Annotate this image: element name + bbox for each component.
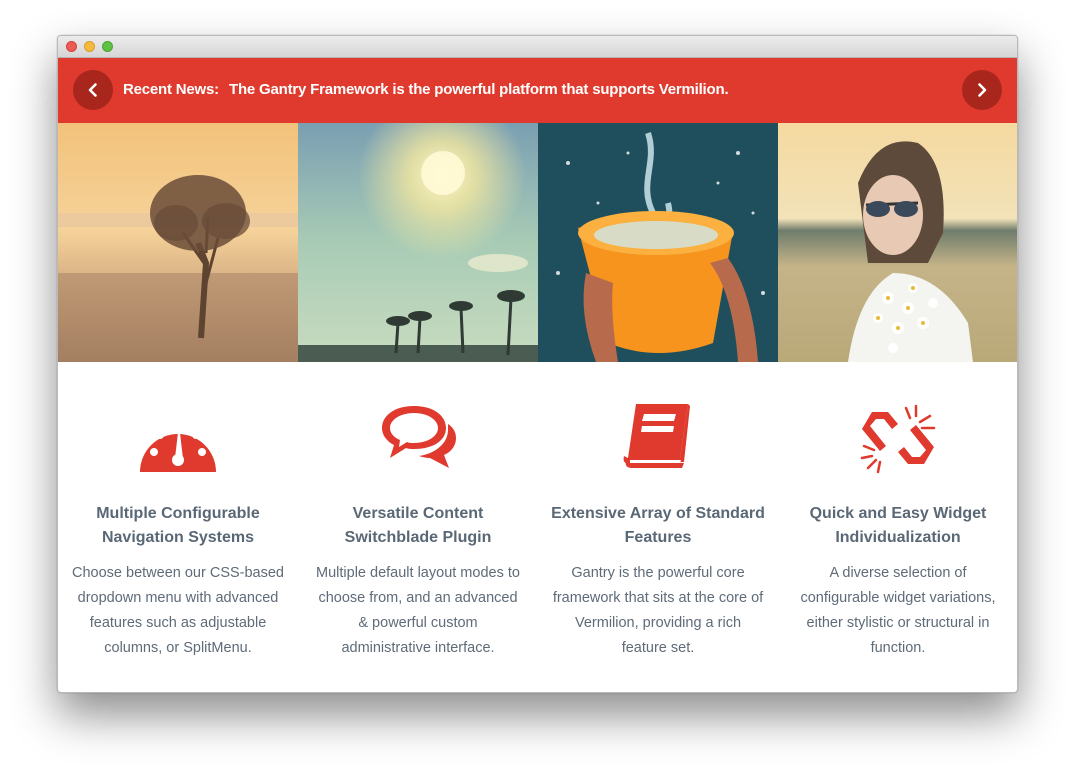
feature-title: Quick and Easy Widget Individualization	[809, 505, 987, 546]
book-icon	[623, 404, 690, 468]
window-titlebar	[58, 36, 1017, 58]
broken-link-icon	[860, 404, 936, 474]
next-news-button[interactable]	[962, 70, 1002, 110]
feature-description: A diverse selection of configurable widg…	[800, 565, 996, 656]
news-ticker: Recent News: The Gantry Framework is the…	[58, 58, 1017, 123]
image-gallery	[58, 123, 1017, 362]
chevron-left-icon	[88, 83, 97, 97]
gallery-photo-woman[interactable]	[778, 123, 1017, 362]
gallery-photo-palms[interactable]	[298, 123, 538, 362]
news-label: Recent News:	[123, 81, 219, 98]
gallery-photo-tree[interactable]	[58, 123, 298, 362]
feature-description: Choose between our CSS-based dropdown me…	[72, 565, 284, 656]
feature-title: Multiple Configurable Navigation Systems	[96, 505, 260, 546]
previous-news-button[interactable]	[73, 70, 113, 110]
speedometer-icon	[140, 424, 216, 472]
browser-window: Recent News: The Gantry Framework is the…	[57, 35, 1018, 693]
gallery-photo-bucket[interactable]	[538, 123, 778, 362]
feature-widget-individualization: Quick and Easy Widget Individualization …	[778, 362, 1017, 692]
feature-title: Versatile Content Switchblade Plugin	[344, 505, 492, 546]
feature-description: Gantry is the powerful core framework th…	[552, 565, 764, 656]
features-section: Multiple Configurable Navigation Systems…	[58, 362, 1017, 692]
feature-title: Extensive Array of Standard Features	[551, 505, 765, 546]
close-window-button[interactable]	[66, 41, 77, 52]
feature-navigation: Multiple Configurable Navigation Systems…	[58, 362, 298, 692]
news-headline-link[interactable]: The Gantry Framework is the powerful pla…	[229, 81, 729, 98]
minimize-window-button[interactable]	[84, 41, 95, 52]
feature-standard-features: Extensive Array of Standard Features Gan…	[538, 362, 778, 692]
zoom-window-button[interactable]	[102, 41, 113, 52]
chat-bubbles-icon	[382, 406, 456, 468]
feature-content-plugin: Versatile Content Switchblade Plugin Mul…	[298, 362, 538, 692]
chevron-right-icon	[978, 83, 987, 97]
feature-description: Multiple default layout modes to choose …	[316, 565, 520, 656]
